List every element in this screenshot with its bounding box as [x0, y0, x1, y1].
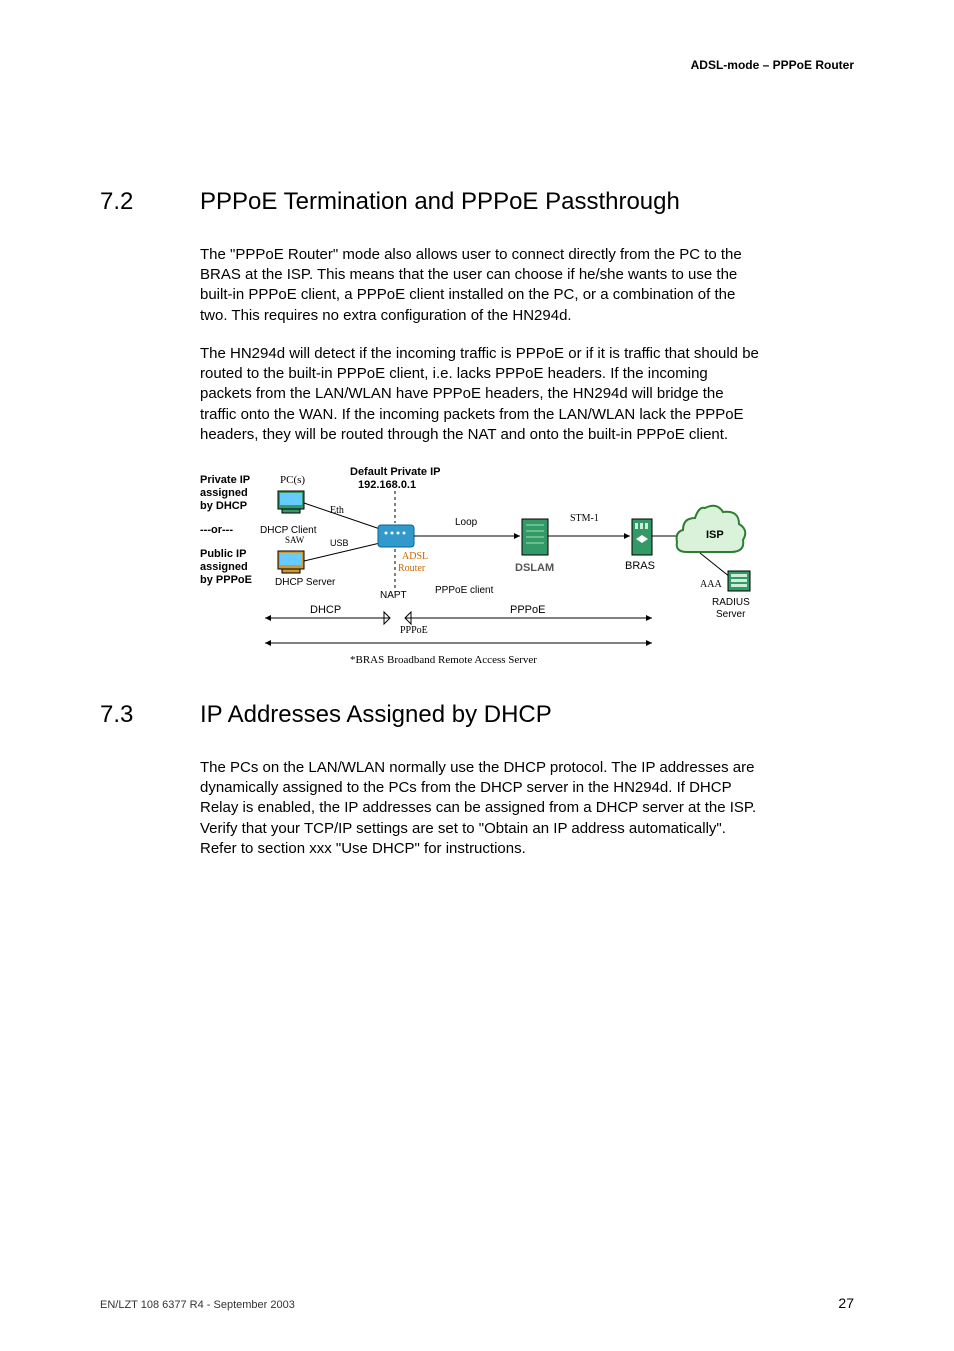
- label-pppoe-small: PPPoE: [400, 625, 428, 636]
- label-or: ---or---: [200, 524, 233, 536]
- flow-end-to-end: [265, 640, 652, 646]
- footer-page-number: 27: [838, 1295, 854, 1311]
- diagram-footnote: *BRAS Broadband Remote Access Server: [350, 654, 537, 666]
- label-bras: BRAS: [625, 560, 655, 572]
- section-7-3-heading: 7.3 IP Addresses Assigned by DHCP: [100, 701, 854, 730]
- label-dhcp-server: DHCP Server: [275, 577, 336, 588]
- label-isp: ISP: [706, 529, 724, 541]
- aaa-server-icon: [728, 571, 750, 591]
- label-pppoe-client: PPPoE client: [435, 585, 494, 596]
- label-stm1: STM-1: [570, 513, 599, 524]
- bras-icon: [632, 519, 652, 555]
- label-saw: SAW: [285, 535, 305, 545]
- label-assigned-1: assigned: [200, 487, 248, 499]
- section-7-2-para-1: The "PPPoE Router" mode also allows user…: [200, 245, 760, 326]
- label-assigned-2: assigned: [200, 561, 248, 573]
- label-radius: RADIUS: [712, 597, 750, 608]
- arrow-dslam-bras: [548, 533, 630, 539]
- section-7-2-heading: 7.2 PPPoE Termination and PPPoE Passthro…: [100, 188, 854, 217]
- label-default-private-ip-title: Default Private IP: [350, 466, 440, 478]
- section-7-3-title: IP Addresses Assigned by DHCP: [200, 701, 552, 730]
- label-napt: NAPT: [380, 590, 407, 601]
- network-diagram: Private IP assigned by DHCP ---or--- Pub…: [200, 463, 760, 673]
- label-eth: Eth: [330, 505, 344, 516]
- label-public-ip: Public IP: [200, 548, 246, 560]
- label-router: Router: [398, 563, 426, 574]
- label-by-pppoe: by PPPoE: [200, 574, 252, 586]
- label-aaa: AAA: [700, 579, 722, 590]
- label-loop: Loop: [455, 517, 478, 528]
- footer-doc-id: EN/LZT 108 6377 R4 - September 2003: [100, 1299, 295, 1311]
- arrow-router-dslam: [414, 533, 520, 539]
- line-isp-aaa: [700, 553, 730, 577]
- section-7-2-title: PPPoE Termination and PPPoE Passthrough: [200, 188, 680, 217]
- label-dhcp-flow: DHCP: [310, 604, 341, 616]
- pc-icon-bottom: [278, 551, 304, 573]
- label-by-dhcp: by DHCP: [200, 500, 247, 512]
- label-pcs: PC(s): [280, 474, 305, 486]
- adsl-router-icon: [378, 525, 414, 547]
- label-server: Server: [716, 609, 746, 620]
- section-7-2-number: 7.2: [100, 188, 200, 217]
- section-7-2-para-2: The HN294d will detect if the incoming t…: [200, 344, 760, 445]
- header-context: ADSL-mode – PPPoE Router: [691, 58, 854, 72]
- label-usb: USB: [330, 538, 349, 548]
- label-dslam: DSLAM: [515, 562, 554, 574]
- pc-icon-top: [278, 491, 304, 513]
- label-private-ip: Private IP: [200, 474, 250, 486]
- dslam-icon: [522, 519, 548, 555]
- label-pppoe-flow: PPPoE: [510, 604, 545, 616]
- section-7-3-para-1: The PCs on the LAN/WLAN normally use the…: [200, 758, 760, 859]
- section-7-3-number: 7.3: [100, 701, 200, 730]
- label-adsl: ADSL: [402, 551, 428, 562]
- label-default-ip: 192.168.0.1: [358, 479, 416, 491]
